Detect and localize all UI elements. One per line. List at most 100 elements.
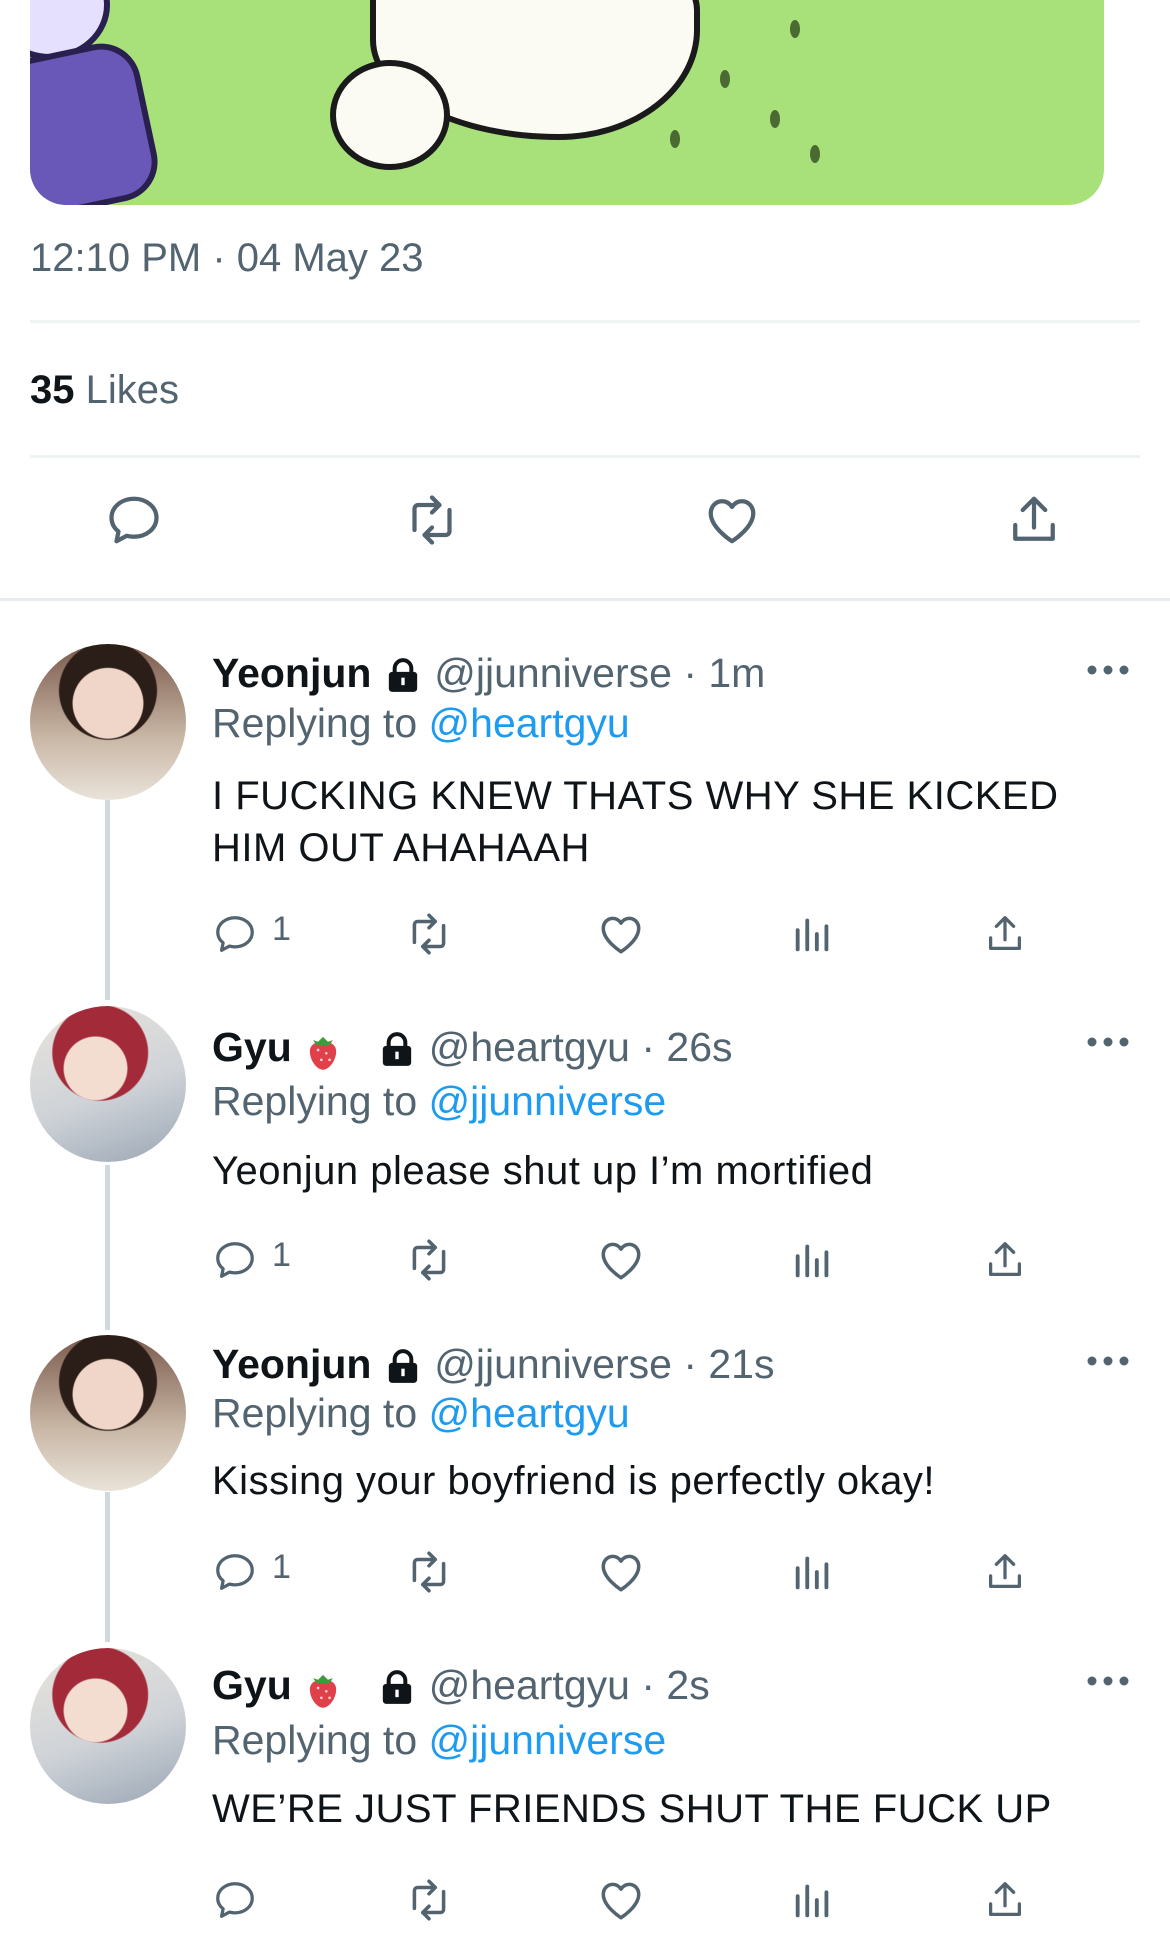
likes-number: 35	[30, 368, 75, 412]
handle[interactable]: @jjunniverse	[434, 650, 672, 696]
media-decoration	[30, 36, 165, 205]
replying-to-label: Replying to	[212, 1717, 418, 1763]
tweet-media-image[interactable]	[30, 0, 1104, 205]
media-decoration	[810, 145, 820, 163]
reply-icon[interactable]	[212, 1872, 258, 1928]
reply-action-bar: 1	[212, 906, 1092, 962]
media-decoration	[670, 130, 680, 148]
reply-header: Gyu @heartgyu · 2s	[212, 1662, 710, 1711]
reply-header: Yeonjun @jjunniverse · 21s	[212, 1341, 774, 1388]
retweet-icon[interactable]	[404, 906, 454, 962]
retweet-icon[interactable]	[404, 1232, 454, 1288]
like-icon[interactable]	[596, 1544, 646, 1600]
analytics-icon[interactable]	[790, 1872, 836, 1928]
display-name[interactable]: Yeonjun	[212, 1341, 371, 1387]
replying-to-link[interactable]: @jjunniverse	[429, 1078, 667, 1124]
replying-to-label: Replying to	[212, 1390, 418, 1436]
lock-icon	[388, 1349, 418, 1384]
display-name[interactable]: Gyu	[212, 1024, 292, 1070]
thread-line	[105, 800, 110, 1000]
strawberry-emoji-icon	[310, 1675, 337, 1708]
likes-count[interactable]: 35 Likes	[30, 368, 179, 413]
lock-icon	[383, 1032, 412, 1067]
dot-separator: ·	[683, 1341, 697, 1387]
reply-header: Yeonjun @jjunniverse · 1m	[212, 650, 765, 697]
reply-count: 1	[272, 1236, 291, 1274]
post-time: 26s	[666, 1024, 733, 1070]
tweet-timestamp: 12:10 PM · 04 May 23	[30, 236, 424, 280]
avatar[interactable]	[30, 1648, 186, 1804]
reply-text: Kissing your boyfriend is perfectly okay…	[212, 1459, 936, 1503]
avatar[interactable]	[30, 1006, 186, 1162]
reply-icon[interactable]	[212, 906, 258, 962]
reply-icon[interactable]	[212, 1232, 258, 1288]
replying-to-link[interactable]: @heartgyu	[429, 1390, 630, 1436]
likes-label: Likes	[85, 368, 180, 412]
reply-text: I FUCKING KNEW THATS WHY SHE KICKED HIM …	[212, 774, 1059, 870]
more-options-icon[interactable]	[1085, 663, 1131, 677]
reply-action-bar: 1	[212, 1544, 1092, 1600]
post-time: 1m	[708, 650, 766, 696]
reply-icon[interactable]	[104, 490, 164, 550]
thread-line	[105, 1492, 110, 1642]
analytics-icon[interactable]	[790, 1544, 836, 1600]
handle[interactable]: @heartgyu	[429, 1024, 630, 1070]
dot-separator: ·	[683, 650, 697, 696]
reply-header: Gyu @heartgyu · 26s	[212, 1024, 733, 1073]
share-icon[interactable]	[1004, 490, 1064, 550]
analytics-icon[interactable]	[790, 1232, 836, 1288]
share-icon[interactable]	[982, 1232, 1028, 1288]
reply-text: Yeonjun please shut up I’m mortified	[212, 1149, 874, 1193]
replying-to-link[interactable]: @jjunniverse	[429, 1717, 667, 1763]
replying-to: Replying to @jjunniverse	[212, 1078, 666, 1125]
tweet-action-bar	[0, 490, 1170, 570]
media-decoration	[790, 20, 800, 38]
retweet-icon[interactable]	[404, 1872, 454, 1928]
reply-count: 1	[272, 1548, 291, 1586]
post-time: 21s	[708, 1341, 775, 1387]
avatar[interactable]	[30, 644, 186, 800]
replying-to: Replying to @heartgyu	[212, 1390, 630, 1437]
like-icon[interactable]	[702, 490, 762, 550]
more-options-icon[interactable]	[1085, 1035, 1131, 1049]
share-icon[interactable]	[982, 906, 1028, 962]
media-decoration	[330, 60, 450, 170]
retweet-icon[interactable]	[402, 490, 462, 550]
section-separator	[0, 598, 1170, 601]
display-name[interactable]: Yeonjun	[212, 650, 371, 696]
replying-to-label: Replying to	[212, 1078, 418, 1124]
thread-line	[105, 1165, 110, 1330]
lock-icon	[388, 658, 418, 693]
reply-action-bar: 1	[212, 1232, 1092, 1288]
handle[interactable]: @jjunniverse	[434, 1341, 672, 1387]
media-decoration	[720, 70, 730, 88]
strawberry-emoji-icon	[310, 1037, 337, 1070]
like-icon[interactable]	[596, 1232, 646, 1288]
like-icon[interactable]	[596, 1872, 646, 1928]
avatar[interactable]	[30, 1335, 186, 1491]
replying-to: Replying to @jjunniverse	[212, 1717, 666, 1764]
handle[interactable]: @heartgyu	[429, 1662, 630, 1708]
share-icon[interactable]	[982, 1872, 1028, 1928]
divider	[30, 320, 1140, 323]
analytics-icon[interactable]	[790, 906, 836, 962]
retweet-icon[interactable]	[404, 1544, 454, 1600]
divider	[30, 455, 1140, 458]
reply-icon[interactable]	[212, 1544, 258, 1600]
more-options-icon[interactable]	[1085, 1674, 1131, 1688]
more-options-icon[interactable]	[1085, 1354, 1131, 1368]
reply-count: 1	[272, 910, 291, 948]
media-decoration	[770, 110, 780, 128]
like-icon[interactable]	[596, 906, 646, 962]
replying-to: Replying to @heartgyu	[212, 700, 630, 747]
lock-icon	[383, 1670, 412, 1705]
post-time: 2s	[666, 1662, 710, 1708]
display-name[interactable]: Gyu	[212, 1662, 292, 1708]
dot-separator: ·	[641, 1662, 655, 1708]
replying-to-link[interactable]: @heartgyu	[429, 700, 630, 746]
reply-text: WE’RE JUST FRIENDS SHUT THE FUCK UP	[212, 1787, 1052, 1831]
dot-separator: ·	[641, 1024, 655, 1070]
reply-action-bar	[212, 1872, 1092, 1928]
share-icon[interactable]	[982, 1544, 1028, 1600]
replying-to-label: Replying to	[212, 700, 418, 746]
